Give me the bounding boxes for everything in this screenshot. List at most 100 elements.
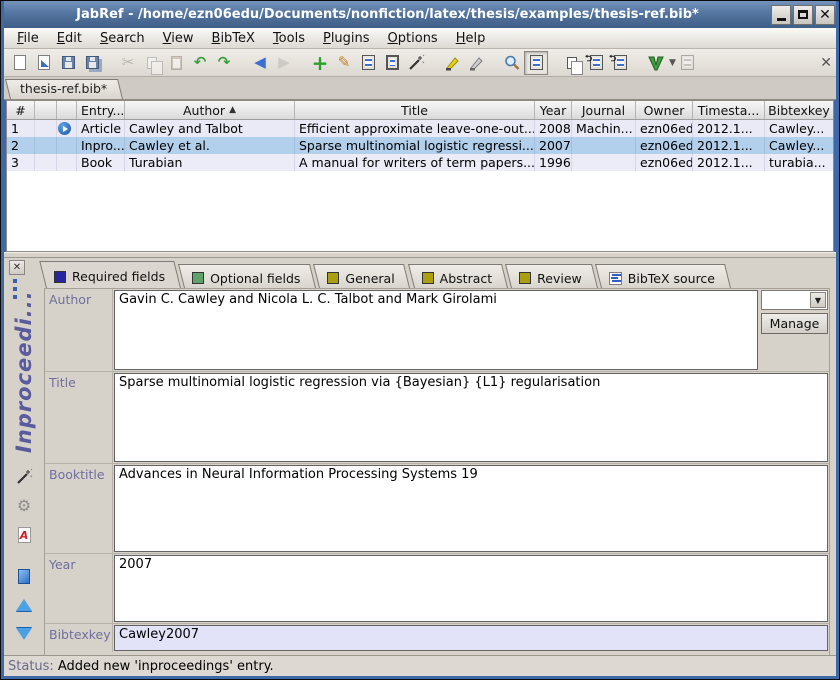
author-field[interactable]: Gavin C. Cawley and Nicola L. C. Talbot … (114, 290, 758, 370)
title-field-label: Title (45, 372, 113, 463)
minimize-button[interactable] (771, 5, 791, 25)
tab-general[interactable]: General (319, 264, 410, 288)
tab-abstract[interactable]: Abstract (414, 264, 508, 288)
jabref-window: JabRef - /home/ezn06edu/Documents/nonfic… (0, 0, 840, 680)
cleanup-wand-icon[interactable] (404, 51, 428, 75)
table-empty-area (7, 171, 833, 251)
menu-edit[interactable]: Edit (48, 30, 91, 47)
col-journal[interactable]: Journal (572, 101, 636, 119)
database-tab[interactable]: thesis-ref.bib* (10, 79, 123, 99)
copy-icon[interactable] (140, 51, 164, 75)
tab-review[interactable]: Review (511, 264, 598, 288)
unmark-entries-icon[interactable] (464, 51, 488, 75)
database-tab-strip: thesis-ref.bib* (4, 77, 836, 100)
search-icon[interactable] (500, 51, 524, 75)
url-icon[interactable] (58, 122, 71, 135)
manage-button[interactable]: Manage (761, 313, 828, 334)
redo-icon[interactable]: ↷ (212, 51, 236, 75)
menu-plugins[interactable]: Plugins (314, 30, 379, 47)
menu-tools[interactable]: Tools (264, 30, 314, 47)
booktitle-field-label: Booktitle (45, 464, 113, 553)
copy-citation-icon[interactable] (560, 51, 584, 75)
window-title: JabRef - /home/ezn06edu/Documents/nonfic… (4, 7, 771, 22)
back-icon[interactable]: ◀ (248, 51, 272, 75)
tab-required-fields[interactable]: Required fields (46, 261, 181, 288)
bibtexkey-field[interactable]: Cawley2007 (114, 625, 828, 651)
col-title[interactable]: Title (295, 101, 535, 119)
push-dropdown-icon[interactable]: ▼ (669, 58, 676, 68)
table-row-selected[interactable]: 2 Inpro... Cawley et al. Sparse multinom… (7, 137, 833, 154)
col-entrytype[interactable]: Entry... (77, 101, 125, 119)
edit-strings-icon[interactable] (380, 51, 404, 75)
open-database-icon[interactable] (32, 51, 56, 75)
col-num[interactable]: # (7, 101, 35, 119)
save-database-icon[interactable] (56, 51, 80, 75)
booktitle-field[interactable]: Advances in Neural Information Processin… (114, 465, 828, 552)
title-field[interactable]: Sparse multinomial logistic regression v… (114, 373, 828, 462)
mark-entries-icon[interactable] (440, 51, 464, 75)
abstract-icon (422, 272, 434, 284)
year-field[interactable]: 2007 (114, 555, 828, 622)
editor-fields: Author Gavin C. Cawley and Nicola L. C. … (44, 288, 830, 655)
new-entry-icon[interactable]: + (308, 51, 332, 75)
save-all-icon[interactable] (80, 51, 104, 75)
menu-bibtex[interactable]: BibTeX (203, 30, 264, 47)
col-bibtexkey[interactable]: Bibtexkey (765, 101, 833, 119)
new-database-icon[interactable] (8, 51, 32, 75)
open-file-icon[interactable] (14, 566, 34, 586)
col-icon2[interactable] (57, 101, 77, 119)
close-editor-icon[interactable]: ✕ (9, 260, 25, 275)
col-timestamp[interactable]: Timesta... (693, 101, 765, 119)
toggle-preview-icon[interactable] (524, 51, 548, 75)
year-field-label: Year (45, 554, 113, 623)
undo-icon[interactable]: ↶ (188, 51, 212, 75)
gear-icon[interactable]: ⚙ (14, 496, 34, 516)
source-lines-icon (609, 272, 622, 285)
push-to-texeditor-icon[interactable]: ⮌ (608, 51, 632, 75)
edit-entry-icon[interactable]: ✎ (332, 51, 356, 75)
toolbar-close-icon[interactable]: ✕ (820, 55, 832, 71)
review-icon (519, 272, 531, 284)
status-bar: Status: Added new 'inproceedings' entry. (4, 655, 836, 676)
optional-fields-icon (192, 272, 204, 284)
editor-side-strip: ✕ Inproceedi... ⚙ A ? (4, 258, 44, 655)
cut-icon[interactable]: ✂ (116, 51, 140, 75)
sort-ascending-icon: ▲ (229, 105, 236, 115)
move-up-icon[interactable] (14, 595, 34, 615)
menu-view[interactable]: View (154, 30, 203, 47)
menu-bar: File Edit Search View BibTeX Tools Plugi… (4, 28, 836, 49)
paste-icon[interactable] (164, 51, 188, 75)
chevron-down-icon: ▼ (810, 292, 826, 308)
menu-file[interactable]: File (8, 30, 48, 47)
entry-editor: ✕ Inproceedi... ⚙ A ? Required fields (4, 258, 836, 655)
tab-optional-fields[interactable]: Optional fields (184, 264, 316, 288)
push-to-vim-icon[interactable] (644, 51, 668, 75)
menu-search[interactable]: Search (91, 30, 154, 47)
required-fields-icon (54, 271, 66, 283)
col-owner[interactable]: Owner (636, 101, 693, 119)
table-row[interactable]: 1 Article Cawley and Talbot Efficient ap… (7, 120, 833, 137)
menu-options[interactable]: Options (379, 30, 447, 47)
generate-key-wand-icon[interactable] (14, 467, 34, 487)
col-author[interactable]: Author▲ (125, 101, 295, 119)
menu-help[interactable]: Help (447, 30, 495, 47)
edit-preamble-icon[interactable] (356, 51, 380, 75)
name-format-select[interactable]: ▼ (761, 290, 828, 310)
title-bar[interactable]: JabRef - /home/ezn06edu/Documents/nonfic… (4, 1, 836, 28)
push-to-lyx-icon[interactable] (676, 51, 700, 75)
toolbar: ✂ ↶ ↷ ◀ ▶ + ✎ ⮌ ⮌ ▼ (4, 49, 836, 77)
author-field-label: Author (45, 289, 113, 371)
close-button[interactable]: ✕ (815, 5, 835, 25)
forward-icon[interactable]: ▶ (272, 51, 296, 75)
tab-bibtex-source[interactable]: BibTeX source (601, 264, 731, 288)
maximize-button[interactable] (793, 5, 813, 25)
open-pdf-icon[interactable]: A (14, 525, 34, 545)
push-to-editor-icon[interactable]: ⮌ (584, 51, 608, 75)
bibtexkey-field-label: Bibtexkey (45, 624, 113, 652)
table-row[interactable]: 3 Book Turabian A manual for writers of … (7, 154, 833, 171)
editor-tab-strip: Required fields Optional fields General … (44, 258, 830, 288)
col-icon1[interactable] (35, 101, 57, 119)
move-down-icon[interactable] (14, 624, 34, 644)
col-year[interactable]: Year (535, 101, 572, 119)
status-prefix: Status: (8, 659, 54, 674)
